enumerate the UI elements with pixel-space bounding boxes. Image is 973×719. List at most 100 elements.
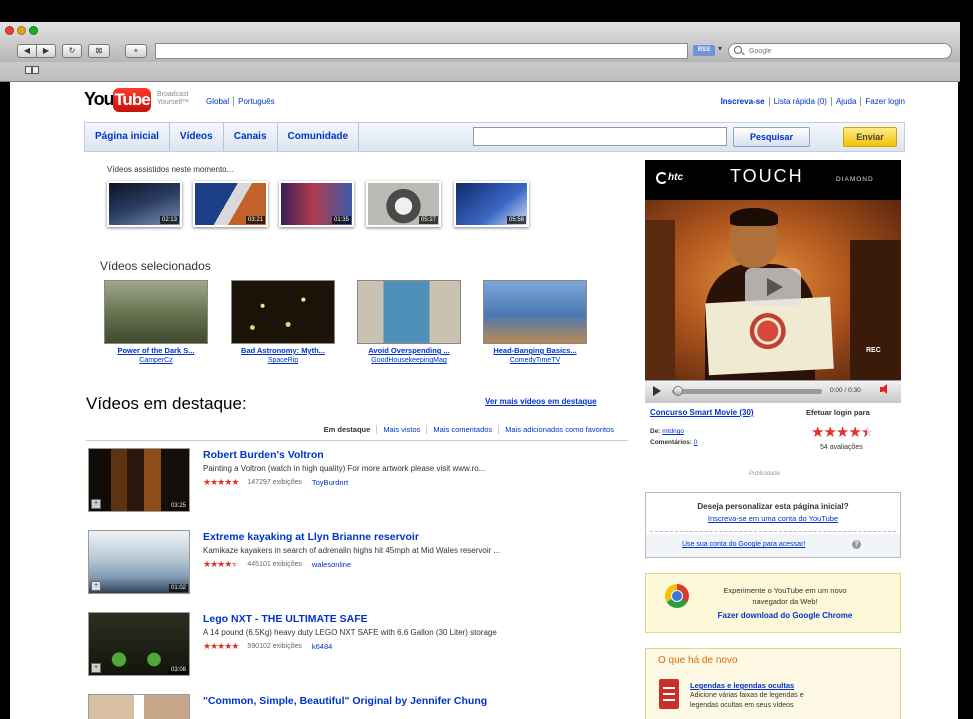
star-icon: ★ <box>848 424 861 441</box>
selected-video-thumbnail[interactable] <box>483 280 587 344</box>
stop-button[interactable]: ⊠ <box>88 44 110 58</box>
plus-icon: + <box>133 46 139 55</box>
close-window-button[interactable] <box>5 26 14 35</box>
tagline-line-1: Broadcast <box>157 91 189 98</box>
comments-count-link[interactable]: 0 <box>694 439 698 446</box>
featured-video-user[interactable]: ToyBurdnrt <box>312 478 348 487</box>
selected-video-user[interactable]: GoodHousekeepingMag <box>351 357 467 364</box>
help-link[interactable]: Ajuda <box>830 97 860 106</box>
duration-badge: 01:02 <box>168 584 188 592</box>
tab-videos[interactable]: Vídeos <box>170 123 224 151</box>
browser-search-field[interactable] <box>728 43 952 59</box>
player-rating[interactable]: ★ ★ ★ ★ ★ <box>811 423 874 442</box>
tab-featured[interactable]: Em destaque <box>318 425 377 434</box>
from-user-link[interactable]: mtdngo <box>662 428 684 435</box>
add-bookmark-button[interactable]: + <box>125 44 147 58</box>
featured-video-title[interactable]: Lego NXT - THE ULTIMATE SAFE <box>203 613 368 625</box>
volume-icon[interactable] <box>880 384 887 394</box>
featured-video-thumbnail[interactable]: + 03:08 <box>88 612 190 676</box>
bookmarks-book-icon[interactable] <box>25 66 41 75</box>
selected-video-title[interactable]: Head-Banging Basics... <box>477 346 593 355</box>
selected-video-thumbnail[interactable] <box>104 280 208 344</box>
watching-thumbnail[interactable]: 01:35 <box>279 181 354 227</box>
selected-video-user[interactable]: ComedyTimeTV <box>477 357 593 364</box>
more-featured-link[interactable]: Ver mais vídeos em destaque <box>485 397 597 406</box>
zoom-window-button[interactable] <box>29 26 38 35</box>
search-button[interactable]: Pesquisar <box>733 127 810 147</box>
language-link[interactable]: Português <box>233 97 275 106</box>
play-icon[interactable] <box>653 386 661 396</box>
watching-thumbnail[interactable]: 02:13 <box>107 181 182 227</box>
tab-community[interactable]: Comunidade <box>278 123 360 151</box>
quicklist-add-icon[interactable]: + <box>91 581 101 591</box>
tab-most-viewed[interactable]: Mais vistos <box>376 425 426 434</box>
featured-video-title[interactable]: Robert Burden's Voltron <box>203 449 324 461</box>
featured-video-user[interactable]: walesonline <box>312 560 351 569</box>
featured-video-thumbnail[interactable]: + 01:02 <box>88 530 190 594</box>
watching-thumbnail[interactable]: 05:27 <box>366 181 441 227</box>
minimize-window-button[interactable] <box>17 26 26 35</box>
featured-video-title[interactable]: Extreme kayaking at Llyn Brianne reservo… <box>203 531 419 543</box>
forward-button[interactable]: ▶ <box>36 44 56 58</box>
watching-now-heading: Vídeos assistidos neste momento... <box>107 165 234 174</box>
browser-search-input[interactable] <box>749 45 944 57</box>
tab-channels[interactable]: Canais <box>224 123 278 151</box>
ad-product-sub: DIAMOND <box>836 176 874 183</box>
selected-video-thumbnail[interactable] <box>231 280 335 344</box>
rating-stars: ★ ★ ★ ★ ★ <box>203 477 239 488</box>
watching-thumbnail[interactable]: 05:58 <box>454 181 529 227</box>
featured-video-stats: ★ ★ ★ ★ ★ 147297 exibições ToyBurdnrt <box>203 477 348 488</box>
player-comments: Comentários: 0 <box>650 439 697 446</box>
quicklist-link[interactable]: Lista rápida (0) <box>768 97 831 106</box>
reload-button[interactable]: ↻ <box>62 44 82 58</box>
star-icon: ★ <box>224 559 232 569</box>
selected-video-user[interactable]: SpaceRip <box>225 357 341 364</box>
rating-stars: ★ ★ ★ ★ ★ <box>203 559 239 570</box>
featured-video-thumbnail[interactable] <box>88 694 190 719</box>
selected-video-thumbnail[interactable] <box>357 280 461 344</box>
youtube-logo-tube[interactable]: Tube <box>113 88 151 112</box>
player-video-title[interactable]: Concurso Smart Movie (30) <box>650 408 754 417</box>
rss-badge[interactable]: RSS <box>693 45 715 56</box>
tab-most-favorited[interactable]: Mais adicionados como favoritos <box>498 425 620 434</box>
seek-handle[interactable] <box>673 386 683 396</box>
youtube-logo-you[interactable]: You <box>84 89 115 110</box>
quicklist-add-icon[interactable]: + <box>91 499 101 509</box>
featured-video-stats: ★ ★ ★ ★ ★ 445101 exibições walesonline <box>203 559 351 570</box>
selected-video-title[interactable]: Avoid Overspending ... <box>351 346 467 355</box>
seek-bar[interactable] <box>672 389 822 394</box>
star-icon: ★ <box>203 477 211 487</box>
selected-video-user[interactable]: CamperCz <box>98 357 214 364</box>
google-account-link[interactable]: Use sua conta do Google para acessar! <box>682 541 805 548</box>
duration-badge: 03:21 <box>245 216 265 224</box>
address-bar[interactable] <box>155 43 688 59</box>
global-link[interactable]: Global <box>206 97 229 106</box>
upload-button[interactable]: Enviar <box>843 127 897 147</box>
selected-video-title[interactable]: Power of the Dark S... <box>98 346 214 355</box>
ratings-count: 54 avaliações <box>820 444 863 451</box>
featured-video-thumbnail[interactable]: + 03:25 <box>88 448 190 512</box>
captions-link[interactable]: Legendas e legendas ocultas <box>690 681 794 690</box>
selected-video-title[interactable]: Bad Astronomy: Myth... <box>225 346 341 355</box>
login-link[interactable]: Fazer login <box>860 97 905 106</box>
signup-link[interactable]: Inscreva-se <box>717 97 769 106</box>
tab-home[interactable]: Página inicial <box>85 123 170 151</box>
featured-video-title[interactable]: "Common, Simple, Beautiful" Original by … <box>203 695 487 707</box>
search-input[interactable] <box>473 127 727 146</box>
play-button[interactable] <box>745 268 801 306</box>
video-scribble <box>745 309 790 354</box>
watching-thumbnail[interactable]: 03:21 <box>193 181 268 227</box>
whats-new-heading: O que há de novo <box>658 655 738 666</box>
chevron-down-icon[interactable]: ▾ <box>718 44 722 53</box>
book-left-page <box>25 66 32 74</box>
help-icon[interactable]: ? <box>852 540 861 549</box>
personalize-signup-link[interactable]: Inscreva-se em uma conta do YouTube <box>645 514 901 523</box>
chrome-promo-text: Experimente o YouTube em um novo <box>723 586 847 595</box>
back-button[interactable]: ◀ <box>17 44 37 58</box>
quicklist-add-icon[interactable]: + <box>91 663 101 673</box>
featured-video-user[interactable]: k6484 <box>312 642 332 651</box>
chrome-download-link[interactable]: Fazer download do Google Chrome <box>690 611 880 620</box>
chrome-logo-icon[interactable] <box>665 584 689 608</box>
bookmarks-bar <box>0 62 960 82</box>
tab-most-discussed[interactable]: Mais comentados <box>426 425 498 434</box>
